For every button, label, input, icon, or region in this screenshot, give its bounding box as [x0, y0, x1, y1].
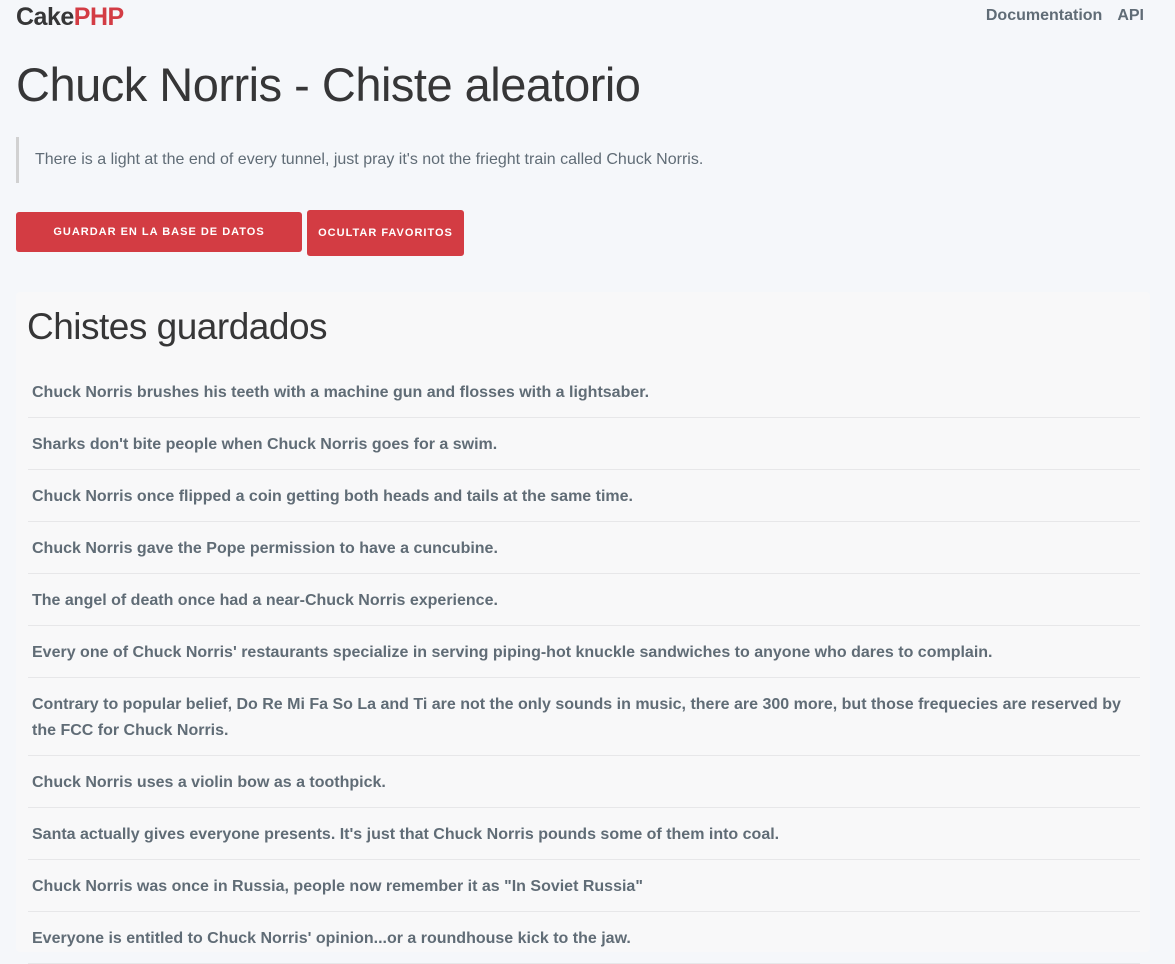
- saved-joke-item: Chuck Norris uses a violin bow as a toot…: [28, 756, 1140, 808]
- saved-joke-item: Sharks don't bite people when Chuck Norr…: [28, 418, 1140, 470]
- page-title: Chuck Norris - Chiste aleatorio: [16, 58, 641, 111]
- saved-joke-item: Chuck Norris brushes his teeth with a ma…: [28, 366, 1140, 418]
- logo-text-cake: Cake: [16, 3, 74, 31]
- saved-joke-item: Santa actually gives everyone presents. …: [28, 808, 1140, 860]
- nav-link-documentation[interactable]: Documentation: [986, 6, 1102, 26]
- top-nav: CakePHP Documentation API: [0, 0, 1175, 32]
- random-joke-quote: There is a light at the end of every tun…: [16, 137, 1116, 183]
- logo-text-php: PHP: [73, 3, 124, 31]
- saved-jokes-list: Chuck Norris brushes his teeth with a ma…: [28, 366, 1140, 964]
- saved-jokes-title: Chistes guardados: [27, 306, 328, 347]
- saved-joke-item: The angel of death once had a near-Chuck…: [28, 574, 1140, 626]
- nav-links: Documentation API: [986, 6, 1144, 26]
- saved-joke-item: Chuck Norris was once in Russia, people …: [28, 860, 1140, 912]
- random-joke-text: There is a light at the end of every tun…: [35, 151, 704, 168]
- saved-joke-item: Chuck Norris gave the Pope permission to…: [28, 522, 1140, 574]
- saved-joke-item: Everyone is entitled to Chuck Norris' op…: [28, 912, 1140, 964]
- hide-favorites-button[interactable]: Ocultar favoritos: [307, 210, 464, 256]
- nav-link-api[interactable]: API: [1117, 6, 1144, 26]
- cakephp-logo[interactable]: CakePHP: [16, 2, 124, 32]
- saved-joke-item: Contrary to popular belief, Do Re Mi Fa …: [28, 678, 1140, 756]
- saved-joke-item: Chuck Norris once flipped a coin getting…: [28, 470, 1140, 522]
- saved-joke-item: Every one of Chuck Norris' restaurants s…: [28, 626, 1140, 678]
- save-to-database-button[interactable]: Guardar en la base de datos: [16, 212, 302, 252]
- saved-jokes-panel: Chistes guardados Chuck Norris brushes h…: [16, 292, 1150, 964]
